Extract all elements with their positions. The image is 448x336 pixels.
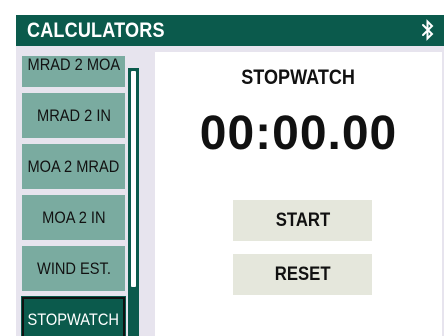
- calculator-menu: MRAD 2 MOA MRAD 2 IN MOA 2 MRAD MOA 2 IN…: [16, 56, 146, 336]
- page-title: CALCULATORS: [27, 19, 165, 42]
- menu-item-label: MOA 2 IN: [41, 207, 106, 227]
- header-bar: CALCULATORS: [16, 15, 444, 46]
- reset-button[interactable]: RESET: [233, 254, 372, 295]
- start-button[interactable]: START: [233, 200, 372, 241]
- stopwatch-title: STOPWATCH: [155, 66, 442, 90]
- bluetooth-icon[interactable]: [421, 19, 435, 41]
- menu-item-mrad-2-in[interactable]: MRAD 2 IN: [22, 93, 125, 138]
- stopwatch-time-display: 00:00.00: [199, 107, 398, 160]
- menu-item-moa-2-in[interactable]: MOA 2 IN: [22, 195, 125, 240]
- stopwatch-title-text: STOPWATCH: [241, 66, 356, 89]
- menu-item-moa-2-mrad[interactable]: MOA 2 MRAD: [22, 144, 125, 189]
- calculator-menu-list: MRAD 2 MOA MRAD 2 IN MOA 2 MRAD MOA 2 IN…: [21, 56, 127, 336]
- start-button-label: START: [275, 209, 330, 231]
- main-panel: MRAD 2 MOA MRAD 2 IN MOA 2 MRAD MOA 2 IN…: [16, 46, 444, 336]
- menu-scrollbar[interactable]: [128, 68, 139, 336]
- menu-item-wind-est[interactable]: WIND EST.: [22, 246, 125, 291]
- stopwatch-panel: STOPWATCH 00:00.00 START RESET: [155, 52, 442, 336]
- menu-item-mrad-2-moa[interactable]: MRAD 2 MOA: [22, 56, 125, 87]
- menu-item-label: MRAD 2 MOA: [27, 56, 120, 74]
- menu-item-label: STOPWATCH: [27, 309, 120, 329]
- reset-button-label: RESET: [274, 263, 331, 285]
- calculators-screen: CALCULATORS MRAD 2 MOA MRAD 2 IN MOA 2 M…: [0, 0, 448, 336]
- menu-item-label: MOA 2 MRAD: [27, 156, 120, 176]
- menu-item-label: WIND EST.: [36, 258, 111, 278]
- menu-item-label: MRAD 2 IN: [36, 105, 111, 125]
- scrollbar-thumb[interactable]: [131, 71, 136, 287]
- menu-item-stopwatch[interactable]: STOPWATCH: [21, 296, 126, 336]
